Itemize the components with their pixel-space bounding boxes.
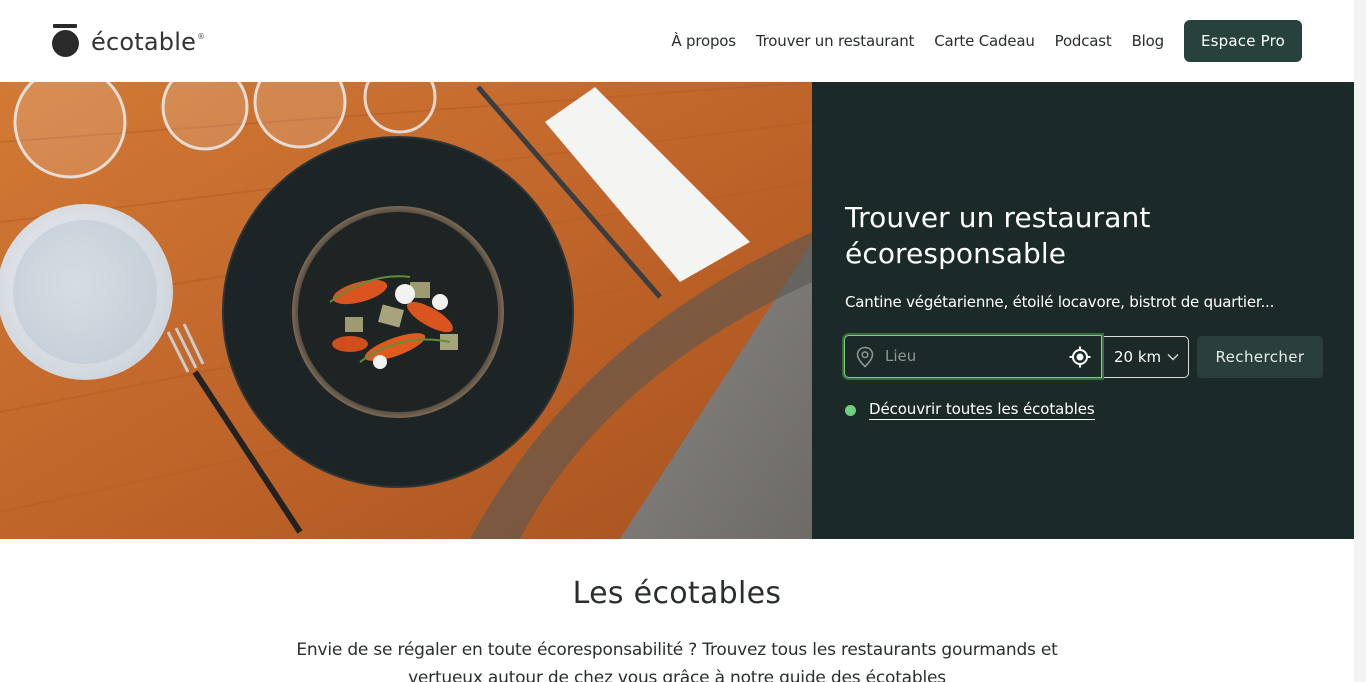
map-pin-icon [856,346,874,368]
logo-icon [52,24,80,58]
green-dot-icon [845,404,856,416]
hero-image [0,82,812,539]
section-description: Envie de se régaler en toute écoresponsa… [296,640,1058,682]
location-input[interactable] [885,336,1055,376]
chevron-down-icon [1167,353,1179,361]
nav-link-trouver-restaurant[interactable]: Trouver un restaurant [756,32,915,50]
location-field[interactable] [844,335,1102,378]
logo-text: écotable® [91,28,206,56]
nav-link-a-propos[interactable]: À propos [671,32,736,50]
nav-link-carte-cadeau[interactable]: Carte Cadeau [934,32,1035,50]
section-title: Les écotables [572,576,782,611]
logo[interactable]: écotable® [52,24,205,58]
hero-subtitle: Cantine végétarienne, étoilé locavore, b… [845,293,1275,311]
scrollbar[interactable] [1354,0,1366,682]
search-form: 20 km Rechercher [844,335,1323,378]
discover-all-link[interactable]: Découvrir toutes les écotables [869,400,1095,420]
distance-select[interactable]: 20 km [1103,335,1189,378]
hero-title: Trouver un restaurant écoresponsable [845,201,1151,270]
distance-value: 20 km [1114,347,1162,366]
crosshair-icon[interactable] [1069,346,1091,368]
nav-link-blog[interactable]: Blog [1132,32,1165,50]
search-panel: Trouver un restaurant écoresponsable Can… [812,82,1354,539]
search-button[interactable]: Rechercher [1197,335,1323,378]
nav-link-podcast[interactable]: Podcast [1055,32,1112,50]
discover-all: Découvrir toutes les écotables [845,400,1095,420]
espace-pro-button[interactable]: Espace Pro [1183,20,1302,62]
site-header: écotable® À propos Trouver un restaurant… [0,0,1366,82]
main-nav: À propos Trouver un restaurant Carte Cad… [671,20,1302,62]
hero: Trouver un restaurant écoresponsable Can… [0,82,1354,539]
